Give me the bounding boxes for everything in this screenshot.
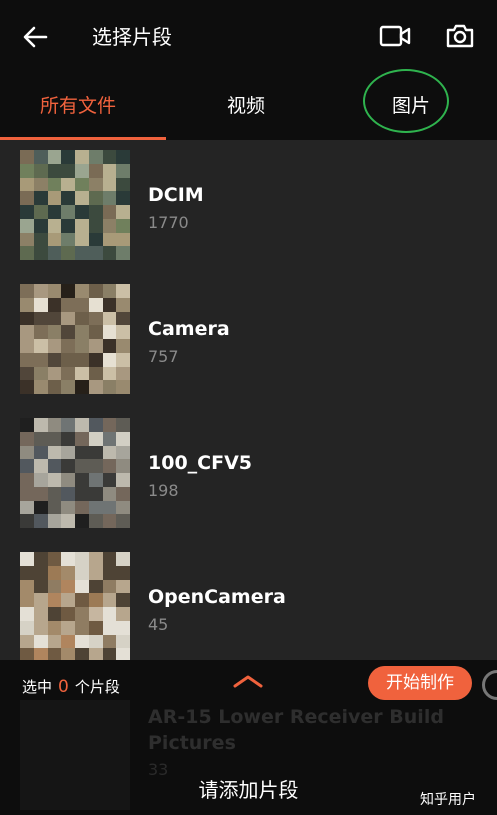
- start-create-button[interactable]: 开始制作: [368, 666, 472, 700]
- folder-item-100-cfv5[interactable]: 100_CFV5 198: [0, 408, 497, 536]
- video-camera-icon: [379, 25, 411, 47]
- folder-thumbnail: [20, 418, 130, 528]
- folder-thumbnail: [20, 150, 130, 260]
- folder-thumbnail: [20, 284, 130, 394]
- take-photo-button[interactable]: [442, 20, 478, 52]
- selection-count: 0: [58, 677, 69, 697]
- folder-count: 45: [148, 615, 169, 634]
- app-screen: 选择片段 所有文件 视频 图片 DCIM 1770 Camera 757 100…: [0, 0, 497, 815]
- folder-name: DCIM: [148, 184, 204, 206]
- folder-name: OpenCamera: [148, 586, 286, 608]
- folder-name: Camera: [148, 318, 230, 340]
- photo-camera-icon: [446, 24, 474, 48]
- folder-item-dcim[interactable]: DCIM 1770: [0, 140, 497, 268]
- selection-status: 选中 0 个片段: [22, 676, 120, 698]
- folder-count: 198: [148, 481, 179, 500]
- folder-count: 1770: [148, 213, 189, 232]
- tab-videos[interactable]: 视频: [227, 92, 265, 120]
- selection-bar: 选中 0 个片段 开始制作: [0, 660, 497, 712]
- folder-list: DCIM 1770 Camera 757 100_CFV5 198 OpenCa…: [0, 140, 497, 662]
- selection-suffix: 个片段: [74, 678, 120, 696]
- annotation-circle: [363, 69, 449, 133]
- folder-thumbnail: [20, 552, 130, 662]
- selection-panel: AR-15 Lower Receiver Build Pictures 33 选…: [0, 660, 497, 815]
- floating-circle-button[interactable]: [482, 670, 497, 700]
- folder-count: 757: [148, 347, 179, 366]
- folder-item-opencamera[interactable]: OpenCamera 45: [0, 542, 497, 670]
- folder-name: 100_CFV5: [148, 452, 253, 474]
- page-title: 选择片段: [92, 25, 172, 49]
- chevron-up-icon[interactable]: [232, 672, 264, 690]
- back-button[interactable]: [18, 22, 52, 52]
- selection-prefix: 选中: [22, 678, 53, 696]
- watermark: 知乎用户: [420, 792, 476, 808]
- record-video-button[interactable]: [377, 20, 413, 52]
- arrow-left-icon: [23, 26, 48, 48]
- top-bar: 选择片段: [0, 0, 497, 72]
- tab-bar: 所有文件 视频 图片: [0, 69, 497, 140]
- tab-all-files[interactable]: 所有文件: [40, 92, 116, 120]
- folder-item-camera[interactable]: Camera 757: [0, 274, 497, 402]
